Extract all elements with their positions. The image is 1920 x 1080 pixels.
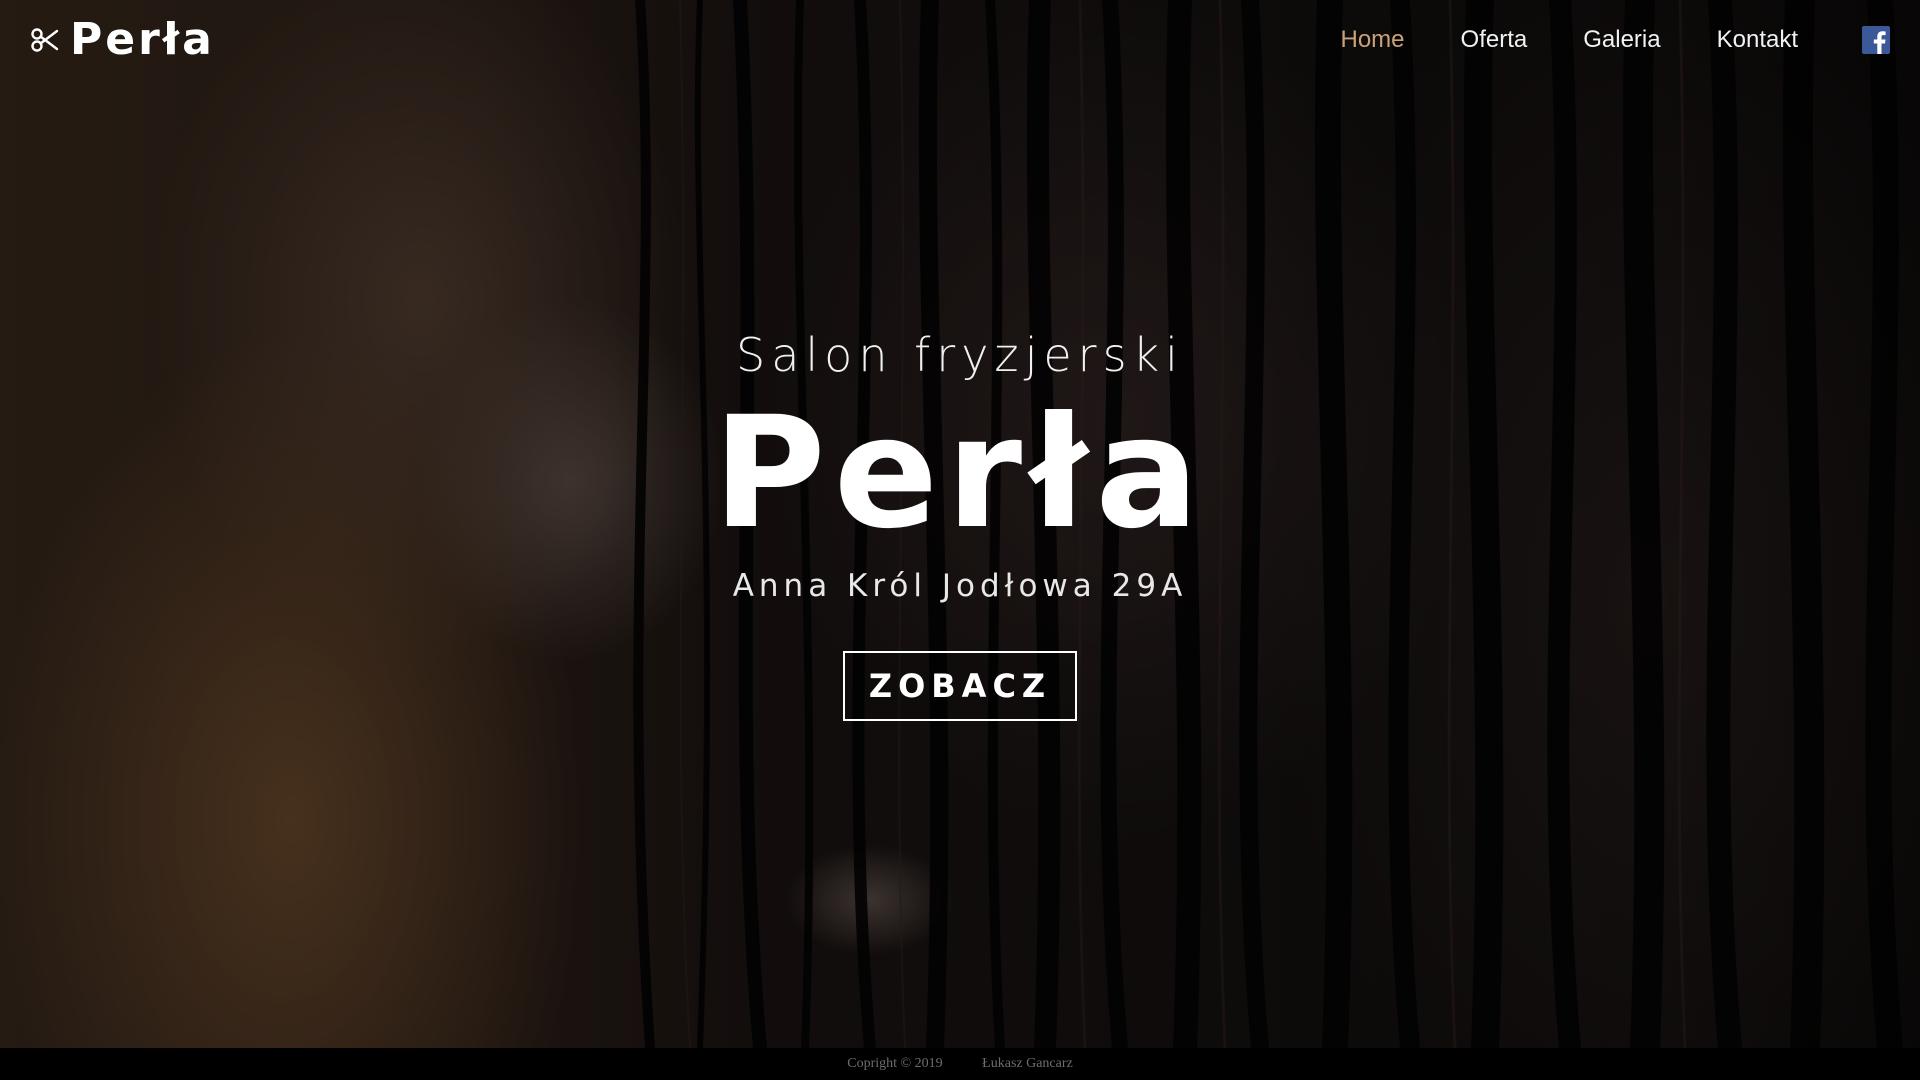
hero-subtitle: Salon fryzjerski bbox=[736, 328, 1184, 382]
brand-name: Perła bbox=[70, 14, 215, 65]
brand-logo[interactable]: Perła bbox=[30, 14, 215, 66]
hero-address: Anna Król Jodłowa 29A bbox=[732, 568, 1188, 604]
footer-copyright: Copright © 2019 bbox=[847, 1056, 943, 1071]
footer-author: Łukasz Gancarz bbox=[982, 1056, 1073, 1071]
facebook-icon[interactable] bbox=[1862, 26, 1890, 54]
main-nav: Home Oferta Galeria Kontakt bbox=[1341, 24, 1920, 56]
nav-item-galeria[interactable]: Galeria bbox=[1583, 26, 1660, 54]
nav-item-oferta[interactable]: Oferta bbox=[1461, 26, 1528, 54]
scissors-icon bbox=[31, 28, 59, 52]
zobacz-button[interactable]: ZOBACZ bbox=[843, 651, 1077, 721]
hero-content: Salon fryzjerski Perła Anna Król Jodłowa… bbox=[0, 325, 1920, 721]
nav-item-kontakt[interactable]: Kontakt bbox=[1717, 26, 1798, 54]
hero-title: Perła bbox=[712, 384, 1208, 563]
nav-item-home[interactable]: Home bbox=[1341, 26, 1405, 54]
footer: Copright © 2019 Łukasz Gancarz bbox=[0, 1048, 1920, 1080]
